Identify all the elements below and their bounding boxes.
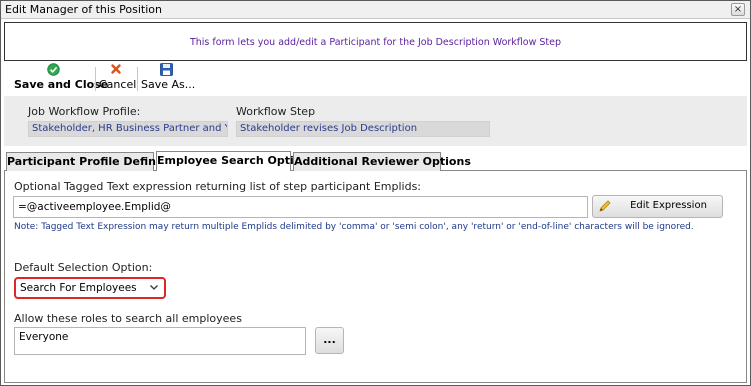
default-selection-label: Default Selection Option: (14, 261, 153, 274)
banner-text: This form lets you add/edit a Participan… (189, 37, 562, 48)
default-selection-dropdown[interactable]: Search For Employees (14, 277, 166, 299)
toolbar-separator (95, 67, 96, 91)
pencil-icon (598, 199, 612, 213)
save-as-button[interactable]: Save As... (141, 63, 196, 93)
title-bar: Edit Manager of this Position × (1, 1, 750, 19)
roles-picker-button[interactable]: ... (315, 327, 344, 354)
toolbar-separator (137, 67, 138, 91)
save-as-label: Save As... (141, 78, 196, 91)
expression-input[interactable]: =@activeemployee.Emplid@ (13, 196, 588, 218)
floppy-disk-icon (159, 63, 173, 76)
expression-note: Note: Tagged Text Expression may return … (14, 222, 694, 232)
x-icon (109, 63, 123, 76)
chevron-down-icon (149, 282, 159, 295)
save-and-close-button[interactable]: Save and Close (14, 63, 109, 93)
edit-expression-label: Edit Expression (630, 200, 707, 211)
check-circle-icon (46, 63, 60, 76)
workflow-profile-value: Stakeholder, HR Business Partner and You (28, 121, 228, 137)
cancel-label: Cancel (99, 78, 137, 91)
tab-additional-reviewer-options[interactable]: Additional Reviewer Options (293, 152, 471, 171)
cancel-button[interactable]: Cancel (99, 63, 137, 93)
workflow-profile-label: Job Workflow Profile: (28, 105, 141, 118)
expression-label: Optional Tagged Text expression returnin… (14, 180, 422, 193)
workflow-step-label: Workflow Step (236, 105, 316, 118)
edit-manager-dialog: Edit Manager of this Position × This for… (0, 0, 751, 386)
employee-search-options-panel: Optional Tagged Text expression returnin… (4, 171, 747, 383)
roles-field[interactable]: Everyone (14, 327, 306, 355)
close-button[interactable]: × (731, 3, 745, 16)
tab-participant-profile-definition[interactable]: Participant Profile Definition (6, 152, 184, 171)
default-selection-value: Search For Employees (20, 282, 137, 294)
workflow-step-value: Stakeholder revises Job Description (236, 121, 490, 137)
toolbar: Save and Close Cancel Save As... (4, 63, 747, 93)
profile-bar: Job Workflow Profile: Stakeholder, HR Bu… (4, 96, 747, 146)
edit-expression-button[interactable]: Edit Expression (592, 195, 723, 218)
info-banner: This form lets you add/edit a Participan… (4, 22, 747, 61)
save-and-close-label: Save and Close (14, 78, 109, 91)
roles-label: Allow these roles to search all employee… (14, 312, 242, 325)
tab-bar: Participant Profile Definition Employee … (4, 151, 747, 172)
tab-employee-search-options[interactable]: Employee Search Options (156, 151, 316, 172)
window-title: Edit Manager of this Position (5, 3, 163, 16)
